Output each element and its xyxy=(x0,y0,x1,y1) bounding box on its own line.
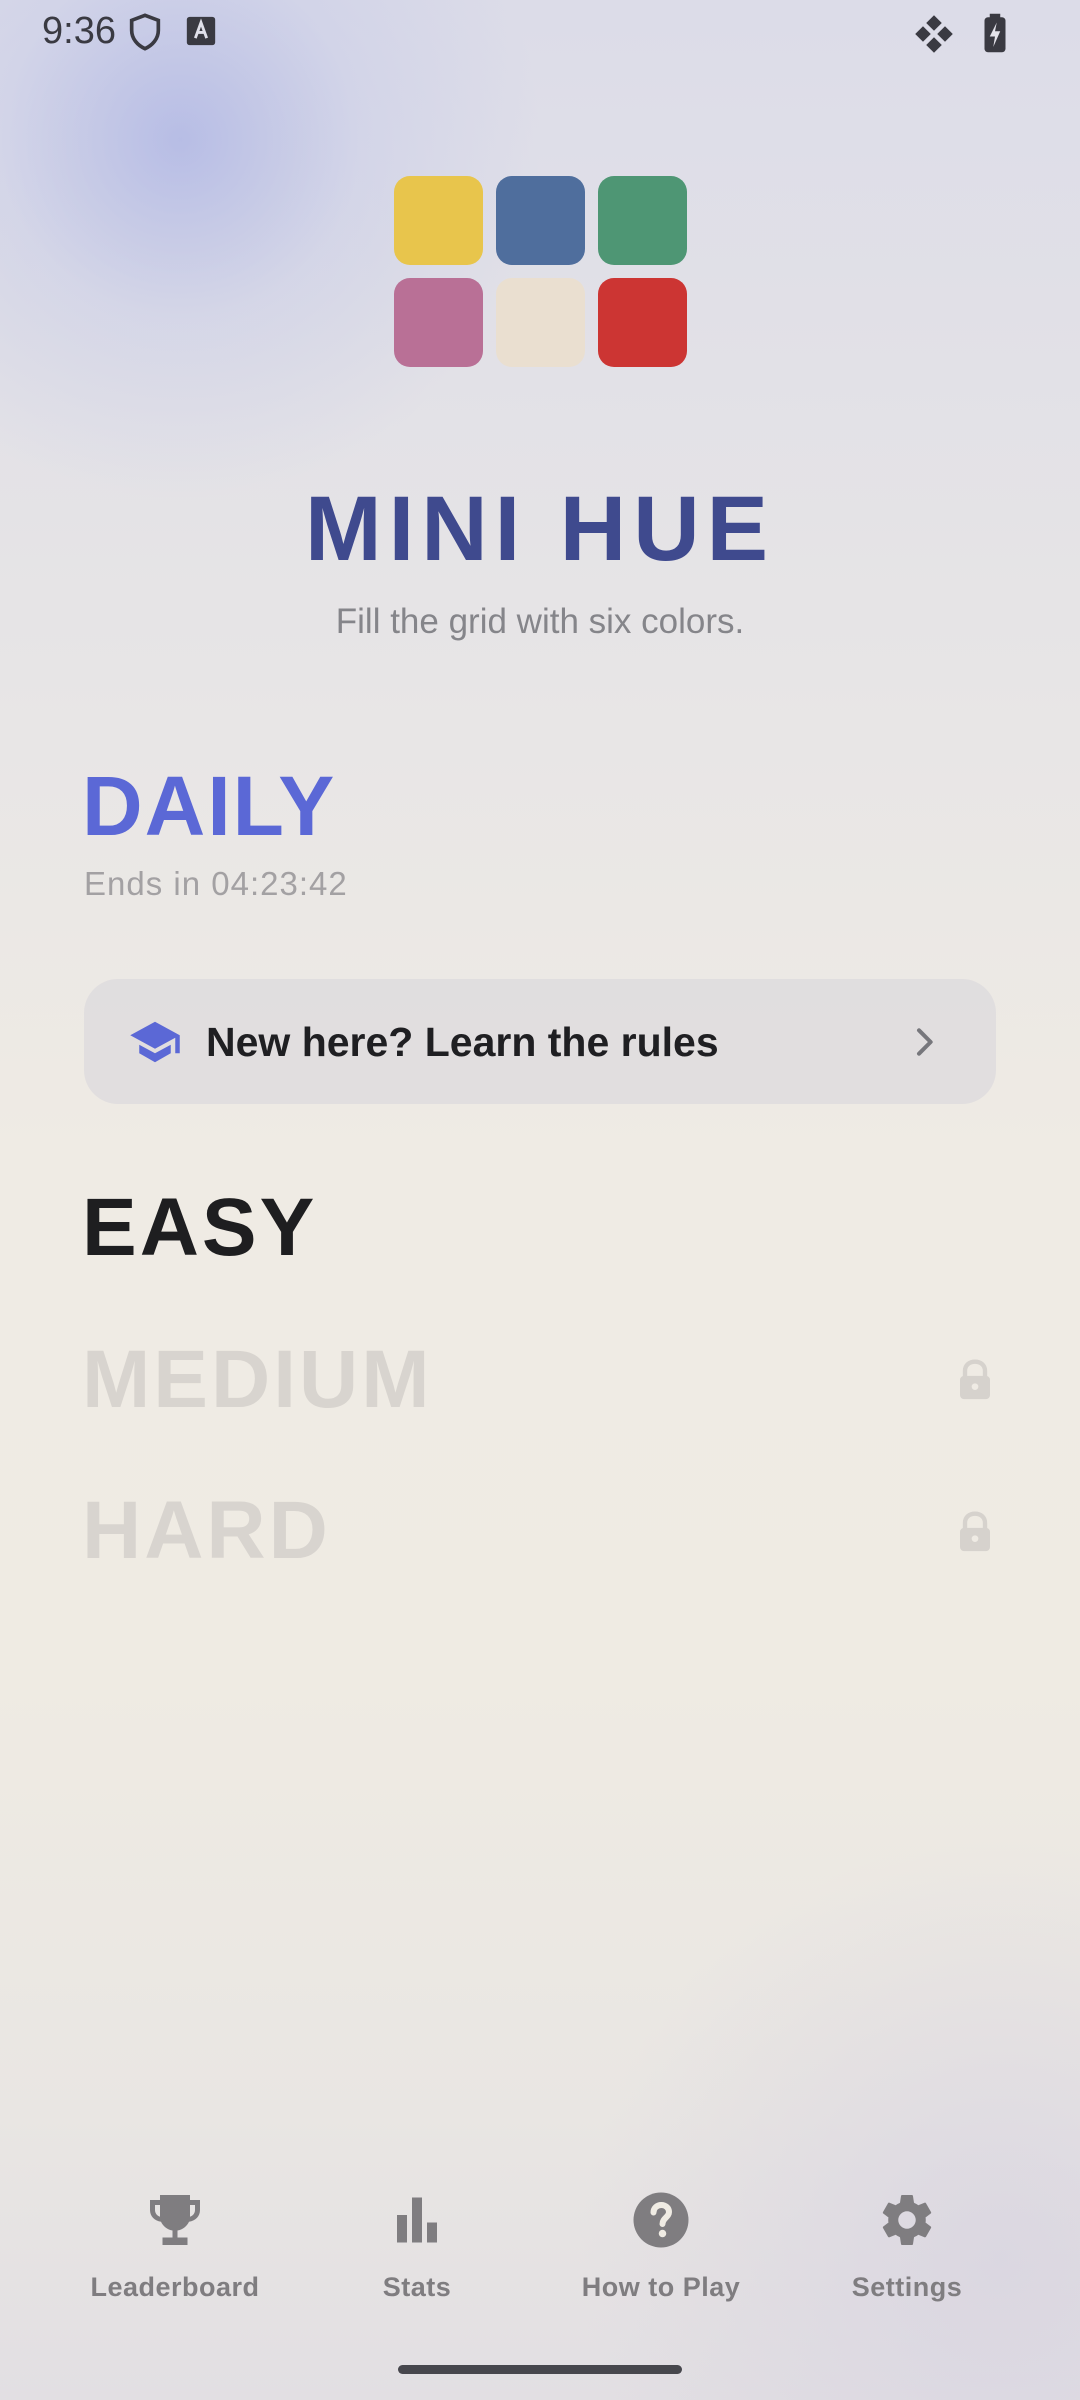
logo-tile xyxy=(394,278,483,367)
help-circle-icon xyxy=(633,2192,689,2248)
nav-how-to-play[interactable]: How to Play xyxy=(546,2190,776,2330)
learn-rules-button[interactable]: New here? Learn the rules xyxy=(84,979,996,1104)
logo-grid xyxy=(394,176,687,367)
nav-leaderboard[interactable]: Leaderboard xyxy=(60,2190,290,2330)
daily-button[interactable]: DAILY xyxy=(82,756,336,856)
logo-tile xyxy=(598,176,687,265)
graduation-cap-icon xyxy=(130,1021,180,1063)
font-a-icon xyxy=(186,16,216,46)
bar-chart-icon xyxy=(397,2197,437,2243)
nav-settings-label: Settings xyxy=(851,2272,963,2302)
home-indicator[interactable] xyxy=(398,2365,682,2374)
status-time: 9:36 xyxy=(42,10,116,52)
nav-how-to-play-label: How to Play xyxy=(581,2272,741,2302)
level-hard-label: HARD xyxy=(82,1485,331,1576)
app-title: MINI HUE xyxy=(305,478,775,580)
level-easy-label: EASY xyxy=(82,1182,318,1273)
level-medium-button[interactable]: MEDIUM xyxy=(82,1332,1002,1428)
satellite-icon xyxy=(915,15,953,53)
nav-leaderboard-label: Leaderboard xyxy=(90,2272,260,2302)
lock-icon xyxy=(960,1359,990,1400)
level-hard-button[interactable]: HARD xyxy=(82,1483,1002,1579)
battery-charging-icon xyxy=(984,13,1006,53)
nav-stats-label: Stats xyxy=(382,2272,452,2302)
trophy-icon xyxy=(150,2195,200,2245)
daily-countdown: Ends in 04:23:42 xyxy=(84,865,348,902)
logo-tile xyxy=(496,278,585,367)
logo-tile xyxy=(496,176,585,265)
level-easy-button[interactable]: EASY xyxy=(82,1180,1002,1276)
nav-stats[interactable]: Stats xyxy=(302,2190,532,2330)
chevron-right-icon xyxy=(917,1028,933,1056)
learn-rules-label: New here? Learn the rules xyxy=(206,1019,719,1065)
gear-icon xyxy=(882,2195,932,2245)
app-subtitle: Fill the grid with six colors. xyxy=(335,602,745,641)
logo-tile xyxy=(394,176,483,265)
nav-settings[interactable]: Settings xyxy=(792,2190,1022,2330)
shield-icon xyxy=(129,13,161,51)
level-medium-label: MEDIUM xyxy=(82,1334,433,1425)
logo-tile xyxy=(598,278,687,367)
lock-icon xyxy=(960,1511,990,1552)
